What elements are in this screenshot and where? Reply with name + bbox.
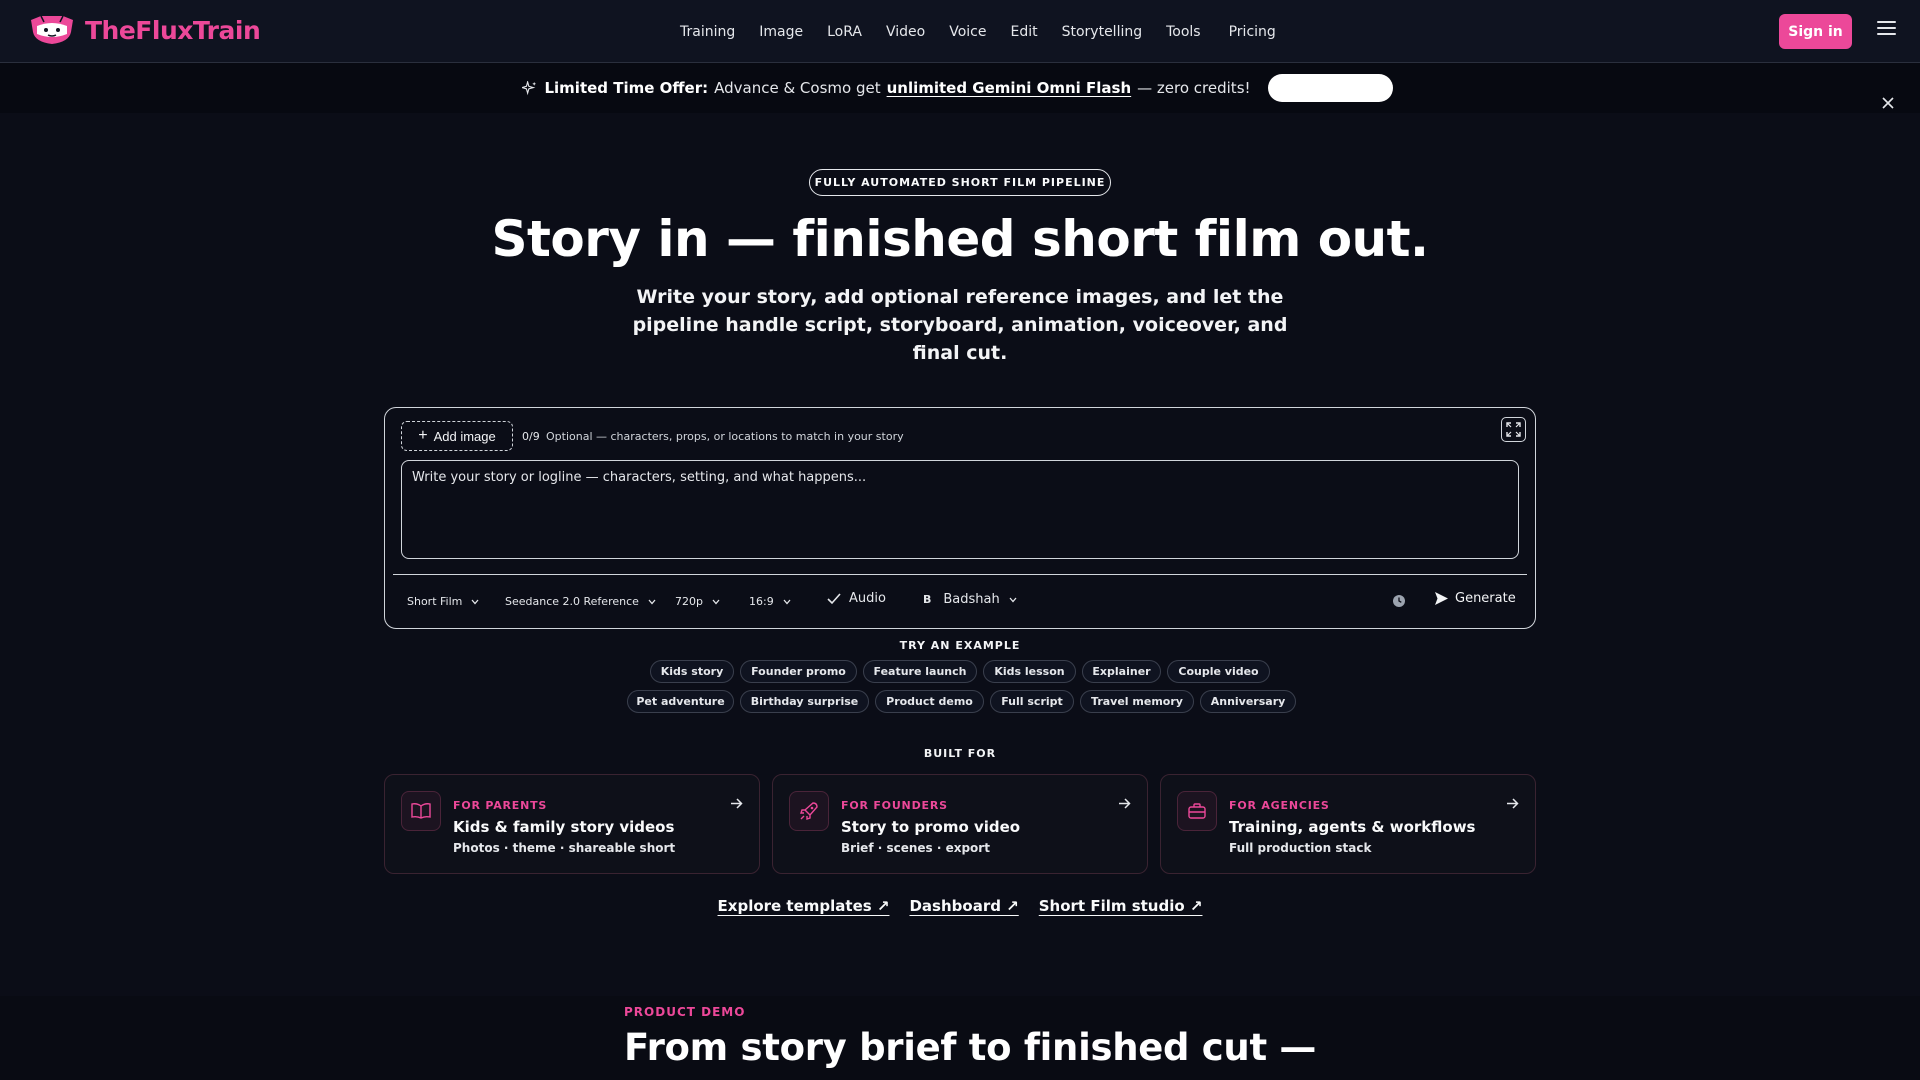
promo-text-after: — zero credits! [1137,79,1251,97]
generate-label: Generate [1455,591,1516,606]
check-icon [827,592,841,604]
example-chip[interactable]: Birthday surprise [740,690,869,713]
card-eyebrow: FOR PARENTS [453,799,548,812]
nav-link-lora[interactable]: LoRA [827,24,862,40]
card-title: Training, agents & workflows [1229,818,1476,836]
nav-link-video[interactable]: Video [886,24,925,40]
story-composer: + Add image 0/9 Optional — characters, p… [384,407,1536,629]
dashboard-link[interactable]: Dashboard ↗ [909,897,1018,915]
card-subtitle: Photos · theme · shareable short [453,841,676,855]
examples-label: TRY AN EXAMPLE [899,639,1021,652]
arrow-right-icon [1507,798,1519,809]
voice-avatar: B [923,593,932,606]
format-value: Short Film [407,595,463,608]
card-title: Story to promo video [841,818,1021,836]
add-image-button[interactable]: + Add image [401,421,513,451]
resolution-value: 720p [675,595,703,608]
built-for-label: BUILT FOR [923,747,997,760]
voice-select[interactable]: B Badshah [923,592,1017,607]
story-input[interactable] [401,460,1519,559]
nav-link-image[interactable]: Image [759,24,803,40]
promo-link[interactable]: unlimited Gemini Omni Flash [887,79,1132,97]
chevron-down-icon [471,599,479,604]
voice-value: Badshah [943,592,1000,607]
model-select[interactable]: Seedance 2.0 Reference [505,595,656,608]
plus-icon: + [418,427,428,444]
sparkle-icon [522,80,537,95]
nav-link-storytelling[interactable]: Storytelling [1062,24,1143,40]
send-icon [1435,592,1448,605]
hero-badge: FULLY AUTOMATED SHORT FILM PIPELINE [809,169,1111,196]
resolution-select[interactable]: 720p [675,595,720,608]
generate-button[interactable]: Generate [1434,591,1516,606]
card-eyebrow: FOR FOUNDERS [841,799,948,812]
example-chip[interactable]: Feature launch [863,660,977,683]
promo-banner: Limited Time Offer: Advance & Cosmo get … [0,63,1920,113]
audio-label: Audio [849,591,886,606]
aspect-value: 16:9 [749,595,774,608]
promo-text-before: Advance & Cosmo get [714,79,881,97]
nav-link-training[interactable]: Training [680,24,735,40]
card-subtitle: Brief · scenes · export [841,841,990,855]
chevron-down-icon [1009,597,1017,602]
nav-link-voice[interactable]: Voice [949,24,986,40]
example-chip[interactable]: Pet adventure [627,690,734,713]
brand-name: TheFluxTrain [85,15,261,45]
rocket-icon [789,791,829,831]
quick-links: Explore templates ↗ Dashboard ↗ Short Fi… [0,897,1920,915]
card-agencies[interactable]: FOR AGENCIES Training, agents & workflow… [1160,774,1536,874]
arrow-right-icon [1119,798,1131,809]
arrow-right-icon [731,798,743,809]
nav-link-tools[interactable]: Tools [1166,24,1201,40]
nav-links: Training Image LoRA Video Voice Edit Sto… [680,0,1300,63]
example-chip[interactable]: Explainer [1082,660,1161,683]
nav-link-pricing[interactable]: Pricing [1229,24,1276,40]
chevron-down-icon [783,599,791,604]
example-chip[interactable]: Kids lesson [983,660,1076,683]
card-subtitle: Full production stack [1229,841,1372,855]
sign-in-button[interactable]: Sign in [1779,14,1852,49]
model-value: Seedance 2.0 Reference [505,595,639,608]
clock-icon[interactable] [1392,594,1406,608]
add-image-label: Add image [433,428,496,444]
chevron-down-icon [712,599,720,604]
hamburger-menu-icon[interactable] [1877,21,1896,35]
product-demo-section: PRODUCT DEMO From story brief to finishe… [0,996,1920,1080]
briefcase-icon [1177,791,1217,831]
brand-logo[interactable]: TheFluxTrain [27,14,261,46]
nav-link-edit[interactable]: Edit [1010,24,1037,40]
audio-toggle[interactable]: Audio [827,591,886,606]
example-chip[interactable]: Product demo [875,690,984,713]
expand-icon[interactable] [1501,417,1526,442]
example-chip[interactable]: Travel memory [1080,690,1194,713]
composer-toolbar: Short Film Seedance 2.0 Reference 720p 1… [385,575,1535,629]
image-hint: Optional — characters, props, or locatio… [546,430,904,443]
hero-subtitle: Write your story, add optional reference… [632,286,1288,364]
demo-title: From story brief to finished cut — [624,1026,1317,1069]
close-icon[interactable] [1880,95,1896,111]
example-chip[interactable]: Kids story [650,660,734,683]
aspect-select[interactable]: 16:9 [749,595,791,608]
promo-label: Limited Time Offer: [544,79,709,97]
example-chip[interactable]: Full script [990,690,1074,713]
chevron-down-icon [648,599,656,604]
book-icon [401,791,441,831]
top-nav: TheFluxTrain Training Image LoRA Video V… [0,0,1920,63]
format-select[interactable]: Short Film [407,595,479,608]
short-film-studio-link[interactable]: Short Film studio ↗ [1039,897,1203,915]
hero-title: Story in — finished short film out. [491,210,1429,268]
card-eyebrow: FOR AGENCIES [1229,799,1330,812]
example-chip[interactable]: Couple video [1167,660,1270,683]
logo-mascot-icon [31,15,73,44]
explore-templates-link[interactable]: Explore templates ↗ [718,897,890,915]
promo-cta-button[interactable] [1267,74,1393,102]
example-chip[interactable]: Anniversary [1200,690,1296,713]
example-chip[interactable]: Founder promo [740,660,857,683]
image-count: 0/9 [522,430,540,443]
card-title: Kids & family story videos [453,818,675,836]
demo-eyebrow: PRODUCT DEMO [624,1005,746,1019]
card-parents[interactable]: FOR PARENTS Kids & family story videos P… [384,774,760,874]
card-founders[interactable]: FOR FOUNDERS Story to promo video Brief … [772,774,1148,874]
